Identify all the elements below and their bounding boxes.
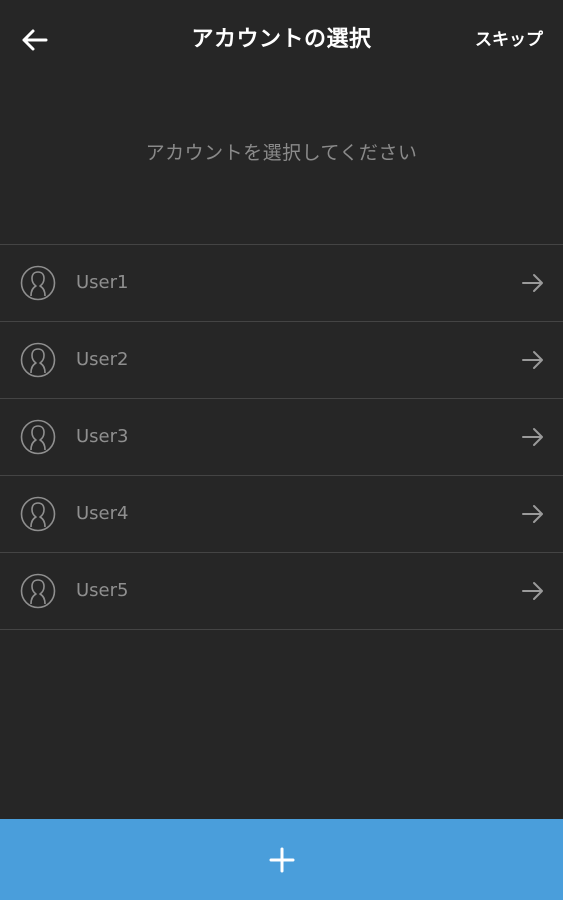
account-row[interactable]: User3 xyxy=(0,399,563,476)
plus-icon xyxy=(269,847,294,872)
instruction-text: アカウントを選択してください xyxy=(145,142,418,164)
arrow-right-icon xyxy=(522,582,543,600)
account-name: User1 xyxy=(76,272,129,293)
account-name: User5 xyxy=(76,580,129,601)
account-row[interactable]: User2 xyxy=(0,322,563,399)
account-name: User2 xyxy=(76,349,129,370)
user-icon xyxy=(20,265,56,301)
arrow-right-icon xyxy=(522,428,543,446)
account-list: User1 User2 User3 User4 User5 xyxy=(0,244,563,630)
arrow-right-icon xyxy=(522,351,543,369)
account-name: User4 xyxy=(76,503,129,524)
account-row[interactable]: User5 xyxy=(0,553,563,630)
app-header: アカウントの選択 スキップ xyxy=(0,0,563,80)
account-row[interactable]: User4 xyxy=(0,476,563,553)
account-row[interactable]: User1 xyxy=(0,245,563,322)
user-icon xyxy=(20,573,56,609)
skip-button[interactable]: スキップ xyxy=(475,26,543,54)
arrow-right-icon xyxy=(522,274,543,292)
add-account-button[interactable] xyxy=(0,819,563,900)
user-icon xyxy=(20,496,56,532)
user-icon xyxy=(20,419,56,455)
account-name: User3 xyxy=(76,426,129,447)
arrow-right-icon xyxy=(522,505,543,523)
user-icon xyxy=(20,342,56,378)
